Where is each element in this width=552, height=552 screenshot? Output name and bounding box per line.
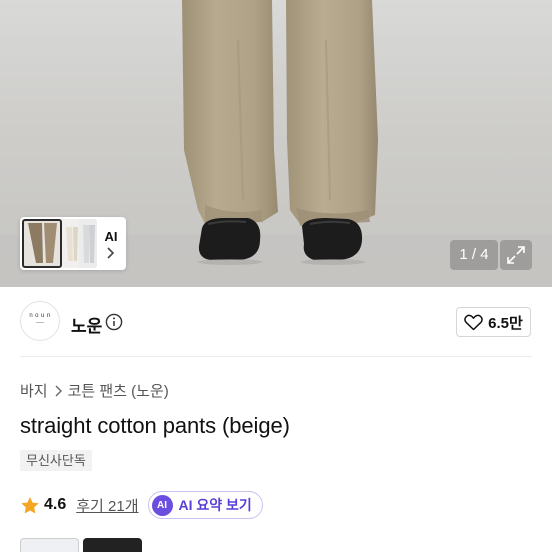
color-options bbox=[20, 538, 144, 552]
store-logo[interactable]: noun bbox=[20, 301, 60, 341]
ai-summary-label: AI 요약 보기 bbox=[178, 497, 252, 513]
expand-icon bbox=[507, 246, 525, 264]
color-option-black[interactable] bbox=[83, 538, 142, 552]
image-counter: 1 / 4 bbox=[450, 240, 498, 270]
product-title: straight cotton pants (beige) bbox=[20, 413, 290, 438]
star-icon bbox=[21, 496, 39, 513]
ai-thumbnail-preview[interactable]: AI bbox=[20, 217, 126, 270]
expand-button[interactable] bbox=[500, 240, 532, 270]
product-image[interactable]: AI 1 / 4 bbox=[0, 0, 552, 287]
info-icon[interactable] bbox=[105, 313, 123, 331]
review-count-link[interactable]: 후기 21개 bbox=[76, 495, 138, 516]
thumbnail-ai-label: AI bbox=[104, 229, 118, 244]
chevron-right-icon bbox=[55, 385, 62, 396]
like-button[interactable]: 6.5만 bbox=[456, 307, 531, 337]
ai-summary-button[interactable]: AI AI 요약 보기 bbox=[147, 491, 263, 519]
color-option-light[interactable] bbox=[20, 538, 79, 552]
like-count: 6.5만 bbox=[488, 314, 523, 332]
breadcrumb: 바지 코튼 팬츠 (노운) bbox=[20, 380, 169, 401]
store-logo-underline bbox=[36, 322, 44, 323]
breadcrumb-category[interactable]: 바지 bbox=[20, 380, 48, 401]
exclusive-badge: 무신사단독 bbox=[20, 450, 92, 471]
selected-thumbnail-frame bbox=[22, 219, 62, 268]
chevron-right-icon bbox=[107, 247, 115, 259]
heart-icon bbox=[464, 314, 483, 330]
ai-badge-icon: AI bbox=[151, 494, 173, 516]
rating-row: 4.6 후기 21개 AI AI 요약 보기 bbox=[20, 490, 263, 520]
store-name[interactable]: 노운 bbox=[71, 312, 102, 337]
rating-value: 4.6 bbox=[44, 496, 67, 513]
store-logo-text: noun bbox=[29, 313, 53, 319]
breadcrumb-subcategory[interactable]: 코튼 팬츠 (노운) bbox=[68, 380, 169, 401]
section-divider bbox=[20, 356, 532, 357]
